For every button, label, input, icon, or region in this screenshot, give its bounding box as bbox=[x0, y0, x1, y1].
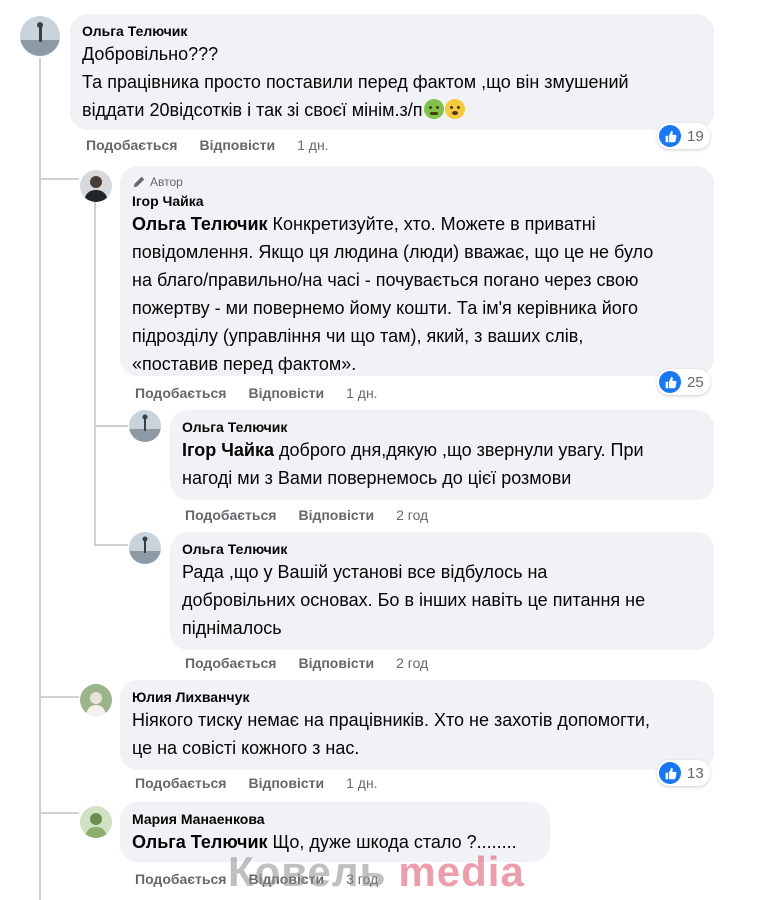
thread-line bbox=[94, 425, 128, 427]
avatar[interactable] bbox=[20, 16, 60, 56]
avatar[interactable] bbox=[80, 806, 112, 838]
comment-timestamp[interactable]: 2 год bbox=[396, 655, 428, 671]
comment-text: Рада ,що у Вашій установі все відбулось … bbox=[182, 558, 702, 642]
comment-line: Ніякого тиску немає на працівників. Хто … bbox=[132, 710, 650, 730]
like-button[interactable]: Подобається bbox=[135, 871, 226, 887]
avatar-image bbox=[129, 410, 161, 442]
comment-line: Рада ,що у Вашій установі все відбулось … bbox=[182, 562, 548, 582]
watermark-text: media bbox=[398, 848, 525, 895]
thread-line bbox=[39, 178, 79, 180]
thread-line bbox=[39, 696, 79, 698]
avatar-image bbox=[129, 532, 161, 564]
comment-bubble: Ольга Телючик Добровільно??? Та працівни… bbox=[70, 14, 714, 130]
comment-author[interactable]: Ольга Телючик bbox=[182, 418, 702, 436]
comment-text: Ніякого тиску немає на працівників. Хто … bbox=[132, 706, 702, 762]
comment-author[interactable]: Ольга Телючик bbox=[82, 22, 702, 40]
reaction-count[interactable]: 19 bbox=[657, 123, 710, 149]
like-button[interactable]: Подобається bbox=[135, 775, 226, 791]
comment-timestamp[interactable]: 1 дн. bbox=[297, 137, 328, 153]
comment-actions: Подобається Відповісти 1 дн. bbox=[135, 385, 378, 401]
comment-line: Ігор Чайка доброго дня,дякую ,що звернул… bbox=[182, 436, 702, 464]
comment-bubble: Юлия Лихванчук Ніякого тиску немає на пр… bbox=[120, 680, 714, 770]
thumbs-up-icon bbox=[659, 125, 681, 147]
face-with-steam-icon bbox=[444, 99, 465, 119]
like-button[interactable]: Подобається bbox=[185, 507, 276, 523]
reply-button[interactable]: Відповісти bbox=[298, 507, 374, 523]
thread-line bbox=[94, 202, 96, 546]
reaction-number: 19 bbox=[687, 127, 704, 145]
comment-line: повідомлення. Якщо ця людина (люди) вваж… bbox=[132, 242, 654, 262]
comment-timestamp[interactable]: 1 дн. bbox=[346, 385, 377, 401]
thread-line bbox=[39, 58, 41, 900]
comment-line: Ольга Телючик Конкретизуйте, хто. Можете… bbox=[132, 210, 702, 238]
avatar[interactable] bbox=[129, 532, 161, 564]
reply-button[interactable]: Відповісти bbox=[298, 655, 374, 671]
avatar-image bbox=[80, 806, 112, 838]
avatar-image bbox=[80, 684, 112, 716]
reply-button[interactable]: Відповісти bbox=[248, 775, 324, 791]
comment-line-text: Конкретизуйте, хто. Можете в приватні bbox=[267, 214, 596, 234]
comment-actions: Подобається Відповісти 1 дн. bbox=[135, 775, 378, 791]
reply-button[interactable]: Відповісти bbox=[248, 385, 324, 401]
reaction-number: 13 bbox=[687, 764, 704, 782]
reaction-count[interactable]: 13 bbox=[657, 760, 710, 786]
comment-line-text: віддати 20відсотків і так зі своєї мінім… bbox=[82, 100, 423, 120]
author-badge: Автор bbox=[132, 174, 702, 190]
comment-text: Ігор Чайка доброго дня,дякую ,що звернул… bbox=[182, 436, 702, 492]
thread-line bbox=[94, 544, 128, 546]
like-button[interactable]: Подобається bbox=[86, 137, 177, 153]
author-badge-label: Автор bbox=[150, 175, 183, 189]
comment-bubble: Автор Ігор Чайка Ольга Телючик Конкретиз… bbox=[120, 166, 714, 376]
comment-line-text: доброго дня,дякую ,що звернули увагу. Пр… bbox=[274, 440, 644, 460]
like-button[interactable]: Подобається bbox=[135, 385, 226, 401]
comment-text: Добровільно??? Та працівника просто пост… bbox=[82, 40, 702, 124]
comment-line: на благо/правильно/на часі - почувається… bbox=[132, 270, 639, 290]
watermark: Ковель media bbox=[228, 848, 525, 896]
comment-actions: Подобається Відповісти 1 дн. bbox=[86, 137, 329, 153]
reaction-count[interactable]: 25 bbox=[657, 369, 710, 395]
comment-bubble: Ольга Телючик Ігор Чайка доброго дня,дяк… bbox=[170, 410, 714, 500]
comment-author[interactable]: Юлия Лихванчук bbox=[132, 688, 702, 706]
comment-line: добровільних основах. Бо в інших навіть … bbox=[182, 590, 646, 610]
comment-text: Ольга Телючик Конкретизуйте, хто. Можете… bbox=[132, 210, 702, 378]
comment-line: «поставив перед фактом». bbox=[132, 354, 357, 374]
comment-timestamp[interactable]: 2 год bbox=[396, 507, 428, 523]
comment-line: Та працівника просто поставили перед фак… bbox=[82, 72, 629, 92]
comment-actions: Подобається Відповісти 2 год bbox=[185, 507, 428, 523]
reply-button[interactable]: Відповісти bbox=[199, 137, 275, 153]
avatar-image bbox=[20, 16, 60, 56]
avatar-image bbox=[80, 170, 112, 202]
thumbs-up-icon bbox=[659, 762, 681, 784]
avatar[interactable] bbox=[80, 170, 112, 202]
reaction-number: 25 bbox=[687, 373, 704, 391]
watermark-text: Ковель bbox=[228, 848, 387, 895]
avatar[interactable] bbox=[80, 684, 112, 716]
comment-line: віддати 20відсотків і так зі своєї мінім… bbox=[82, 96, 702, 124]
comment-line: підрозділу (управління чи що там), який,… bbox=[132, 326, 584, 346]
mention-link[interactable]: Ольга Телючик bbox=[132, 214, 268, 234]
comment-author[interactable]: Мария Манаенкова bbox=[132, 810, 538, 828]
comment-bubble: Ольга Телючик Рада ,що у Вашій установі … bbox=[170, 532, 714, 650]
comment-line: пожертву - ми повернемо йому кошти. Та і… bbox=[132, 298, 638, 318]
comment-line: піднімалось bbox=[182, 618, 282, 638]
comment-actions: Подобається Відповісти 2 год bbox=[185, 655, 428, 671]
comment-timestamp[interactable]: 1 дн. bbox=[346, 775, 377, 791]
comment-author[interactable]: Ольга Телючик bbox=[182, 540, 702, 558]
mention-link[interactable]: Ігор Чайка bbox=[182, 440, 274, 460]
thread-line bbox=[39, 812, 79, 814]
pencil-icon bbox=[133, 176, 145, 188]
like-button[interactable]: Подобається bbox=[185, 655, 276, 671]
comment-line: це на совісті кожного з нас. bbox=[132, 738, 360, 758]
avatar[interactable] bbox=[129, 410, 161, 442]
comment-line: нагоді ми з Вами повернемось до цієї роз… bbox=[182, 468, 572, 488]
nauseated-face-icon bbox=[423, 99, 444, 119]
thumbs-up-icon bbox=[659, 371, 681, 393]
comment-line: Добровільно??? bbox=[82, 44, 219, 64]
comment-author[interactable]: Ігор Чайка bbox=[132, 192, 702, 210]
